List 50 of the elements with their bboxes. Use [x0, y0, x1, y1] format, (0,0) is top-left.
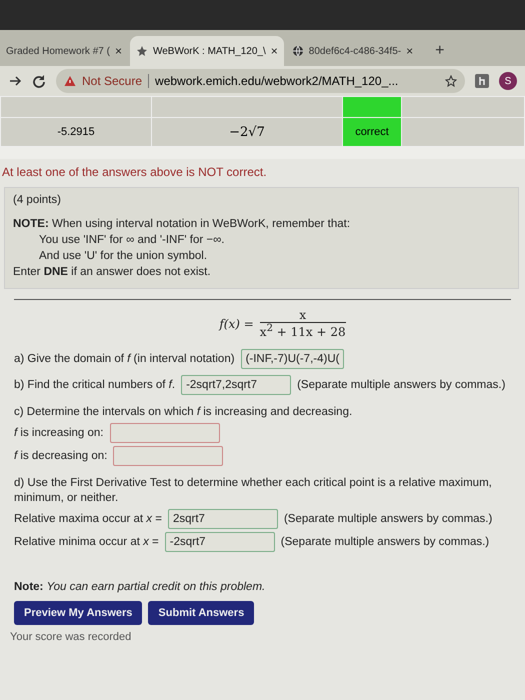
hint-text: (Separate multiple answers by commas.) [280, 536, 490, 548]
answer-preview: −2√7 [229, 124, 265, 140]
close-tab-button[interactable]: × [270, 44, 278, 58]
note-text: Enter DNE if an answer does not exist. [13, 265, 212, 280]
points-label: (4 points) [13, 194, 62, 206]
forward-icon[interactable] [8, 74, 22, 88]
hint-text: (Separate multiple answers by commas.) [284, 513, 492, 525]
question-text: f is increasing on: [14, 427, 104, 439]
answer-field[interactable]: -2sqrt7,2sqrt7 [181, 375, 292, 395]
browser-tab[interactable]: WeBWorK : MATH_120_\ × [130, 36, 284, 66]
hint-text: (Separate multiple answers by commas.) [297, 379, 506, 391]
credit-note: Note: You can earn partial credit on this problem. [14, 581, 266, 593]
note-text: You use 'INF' for ∞ and '-INF' for −∞. [38, 233, 226, 248]
answer-field[interactable] [113, 446, 224, 466]
warning-icon [64, 75, 76, 87]
close-tab-button[interactable]: × [406, 44, 414, 58]
footer-text: Your score was recorded [9, 631, 132, 643]
answer-field[interactable]: (-INF,-7)U(-7,-4)U( [240, 349, 344, 369]
new-tab-button[interactable]: + [435, 42, 444, 60]
question-text: f is decreasing on: [14, 450, 108, 462]
address-bar[interactable]: Not Secure webwork.emich.edu/webwork2/MATH_120_... [56, 69, 465, 93]
submit-button[interactable]: Submit Answers [148, 601, 254, 625]
extension-icon[interactable] [475, 74, 489, 88]
question-text: Relative maxima occur at x = [14, 513, 162, 525]
answer-field[interactable] [110, 423, 220, 443]
browser-tab[interactable]: 80def6c4-c486-34f5- × [286, 36, 420, 66]
result-cell: correct [342, 118, 402, 146]
answer-field[interactable]: -2sqrt7 [164, 532, 275, 552]
fraction: x x$^{2}$ + 11x + 28 [260, 308, 346, 339]
close-tab-button[interactable]: × [114, 44, 122, 58]
note-text: NOTE: When using interval notation in WeBWorK, remember that: [13, 217, 352, 232]
browser-tab[interactable]: Graded Homework #7 ( × [0, 36, 128, 66]
preview-button[interactable]: Preview My Answers [14, 601, 142, 625]
star-icon[interactable] [445, 75, 457, 87]
reload-icon[interactable] [32, 74, 46, 88]
answer-field[interactable]: 2sqrt7 [168, 509, 278, 529]
question-text: d) Use the First Derivative Test to determine whether each critical point is a relative maximum, minimum, or neither. [14, 476, 493, 506]
question-text: b) Find the critical numbers of f. [14, 379, 176, 391]
note-text: And use 'U' for the union symbol. [38, 249, 208, 264]
url-text: webwork.emich.edu/webwork2/MATH_120_... [155, 74, 400, 88]
star-icon [136, 45, 148, 57]
formula-lhs: f(x) = [219, 316, 254, 330]
question-text: a) Give the domain of f (in interval notation) [14, 353, 235, 365]
profile-avatar[interactable]: S [499, 72, 517, 90]
security-label: Not Secure [82, 74, 142, 88]
entered-answer: -5.2915 [57, 126, 95, 138]
question-text: Relative minima occur at x = [14, 536, 159, 548]
globe-icon [292, 45, 304, 57]
error-message: At least one of the answers above is NOT correct. [1, 164, 268, 181]
question-text: c) Determine the intervals on which f is increasing and decreasing. [14, 405, 354, 420]
